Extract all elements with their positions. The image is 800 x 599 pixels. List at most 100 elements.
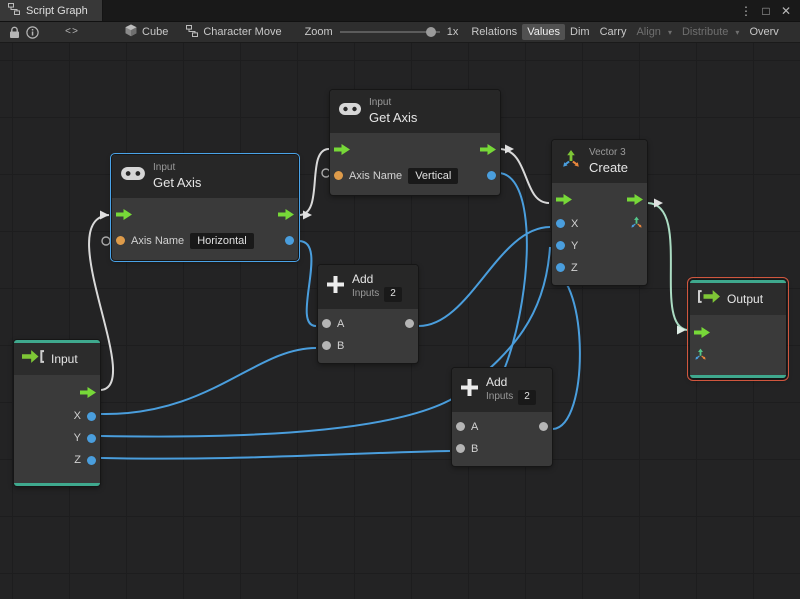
- y-out-port[interactable]: [87, 433, 96, 443]
- inputs-count-field[interactable]: 2: [384, 287, 402, 302]
- values-button[interactable]: Values: [522, 24, 566, 40]
- x-out-port[interactable]: [87, 411, 96, 421]
- port-label-y: Y: [571, 239, 579, 252]
- window-controls: ⋮ □ ✕: [738, 0, 800, 21]
- node-header: Vector 3 Create: [552, 140, 647, 183]
- param-label: Axis Name: [349, 169, 403, 182]
- io-accent-bar: [690, 375, 786, 378]
- z-out-port[interactable]: [87, 455, 96, 465]
- close-icon[interactable]: ✕: [778, 4, 794, 18]
- flow-in-port[interactable]: [694, 326, 710, 338]
- relations-button[interactable]: Relations: [466, 24, 522, 40]
- chevron-down-icon: ▾: [735, 27, 740, 37]
- zoom-slider-handle[interactable]: [425, 27, 436, 37]
- script-graph-asset-icon: [186, 24, 199, 40]
- axis-name-field[interactable]: Vertical: [408, 167, 459, 184]
- node-title: Add: [352, 272, 374, 286]
- tab-script-graph[interactable]: Script Graph: [0, 0, 103, 21]
- vector3-out-port-icon[interactable]: [630, 216, 643, 232]
- input-b-port[interactable]: [456, 444, 465, 453]
- menu-icon[interactable]: ⋮: [738, 4, 754, 18]
- node-vector3-create[interactable]: Vector 3 Create X Y Z: [552, 140, 647, 285]
- character-move-asset-button[interactable]: Character Move: [181, 23, 286, 42]
- node-body: X Y Z: [14, 375, 100, 483]
- script-graph-icon: [8, 3, 20, 18]
- input-arrow-icon: [22, 350, 44, 368]
- port-label-b: B: [471, 442, 479, 455]
- axis-value-out-port[interactable]: [487, 171, 496, 181]
- maximize-icon[interactable]: □: [758, 4, 774, 18]
- node-get-axis-horizontal[interactable]: Input Get Axis Axis Name Horizontal: [110, 153, 300, 262]
- zoom-label: Zoom: [304, 26, 333, 38]
- align-label: Align: [636, 26, 661, 38]
- inputs-count-field[interactable]: 2: [518, 390, 536, 405]
- info-icon[interactable]: [23, 24, 42, 41]
- flow-in-port[interactable]: [334, 144, 350, 156]
- input-a-port[interactable]: [456, 422, 465, 431]
- flow-out-port[interactable]: [480, 144, 496, 156]
- gamepad-icon: [339, 102, 361, 120]
- node-header: Add Inputs 2: [318, 265, 418, 309]
- vector3-in-port-icon[interactable]: [694, 348, 707, 364]
- node-title: Input: [51, 352, 78, 366]
- overview-button[interactable]: Overv: [744, 24, 783, 40]
- axis-name-field[interactable]: Horizontal: [190, 232, 254, 249]
- z-in-port[interactable]: [556, 263, 565, 273]
- y-in-port[interactable]: [556, 241, 565, 251]
- flow-out-port[interactable]: [278, 209, 294, 221]
- port-label-a: A: [337, 317, 345, 330]
- distribute-dropdown[interactable]: Distribute ▾: [677, 24, 744, 40]
- character-move-label: Character Move: [203, 26, 282, 38]
- axis-value-out-port[interactable]: [285, 236, 294, 246]
- lock-icon[interactable]: [6, 24, 23, 41]
- input-a-port[interactable]: [322, 319, 331, 328]
- window-tab-bar: Script Graph ⋮ □ ✕: [0, 0, 800, 22]
- node-add-top[interactable]: Add Inputs 2 A B: [318, 265, 418, 363]
- cube-icon: [125, 24, 137, 40]
- node-category: Input: [369, 97, 392, 108]
- node-title: Add: [486, 375, 508, 389]
- carry-button[interactable]: Carry: [595, 24, 632, 40]
- cube-asset-button[interactable]: Cube: [120, 22, 173, 42]
- distribute-label: Distribute: [681, 26, 729, 38]
- sum-out-port[interactable]: [539, 422, 548, 431]
- node-graph-input[interactable]: Input X Y Z: [14, 340, 100, 486]
- toolbar: <> Cube Character Move Zoom 1x Relations…: [0, 22, 800, 43]
- flow-out-port[interactable]: [627, 194, 643, 206]
- x-in-port[interactable]: [556, 219, 565, 229]
- port-label-z: Z: [74, 454, 81, 466]
- node-get-axis-vertical[interactable]: Input Get Axis Axis Name Vertical: [330, 90, 500, 195]
- zoom-slider[interactable]: [339, 26, 440, 38]
- sum-out-port[interactable]: [405, 319, 414, 328]
- node-header: Input: [14, 343, 100, 375]
- graph-canvas[interactable]: Input Get Axis Axis Name Vertical Input …: [0, 43, 800, 599]
- node-title: Get Axis: [153, 174, 202, 190]
- node-graph-output[interactable]: Output: [687, 277, 789, 381]
- dim-button[interactable]: Dim: [565, 24, 595, 40]
- node-body: A B: [452, 412, 552, 466]
- port-label-a: A: [471, 420, 479, 433]
- node-category: Input: [153, 162, 176, 173]
- flow-in-port[interactable]: [556, 194, 572, 206]
- axis-name-port[interactable]: [334, 171, 343, 181]
- param-label: Axis Name: [131, 234, 185, 247]
- tab-title: Script Graph: [26, 4, 88, 17]
- flow-in-port[interactable]: [116, 209, 132, 221]
- node-header: Add Inputs 2: [452, 368, 552, 412]
- chevron-down-icon: ▾: [667, 27, 672, 37]
- cube-label: Cube: [142, 26, 169, 38]
- output-arrow-icon: [698, 290, 720, 308]
- flow-out-port[interactable]: [80, 386, 96, 398]
- node-header: Output: [690, 283, 786, 315]
- axis-name-port[interactable]: [116, 236, 125, 246]
- input-b-port[interactable]: [322, 341, 331, 350]
- zoom-slider-track[interactable]: [339, 31, 440, 33]
- node-header: Input Get Axis: [330, 90, 500, 133]
- align-dropdown[interactable]: Align ▾: [631, 24, 676, 40]
- gamepad-icon: [121, 167, 145, 185]
- node-body: X Y Z: [552, 183, 647, 285]
- node-title: Get Axis: [369, 109, 418, 125]
- code-toggle-icon[interactable]: <>: [62, 25, 82, 40]
- node-add-bottom[interactable]: Add Inputs 2 A B: [452, 368, 552, 466]
- node-body: [690, 315, 786, 375]
